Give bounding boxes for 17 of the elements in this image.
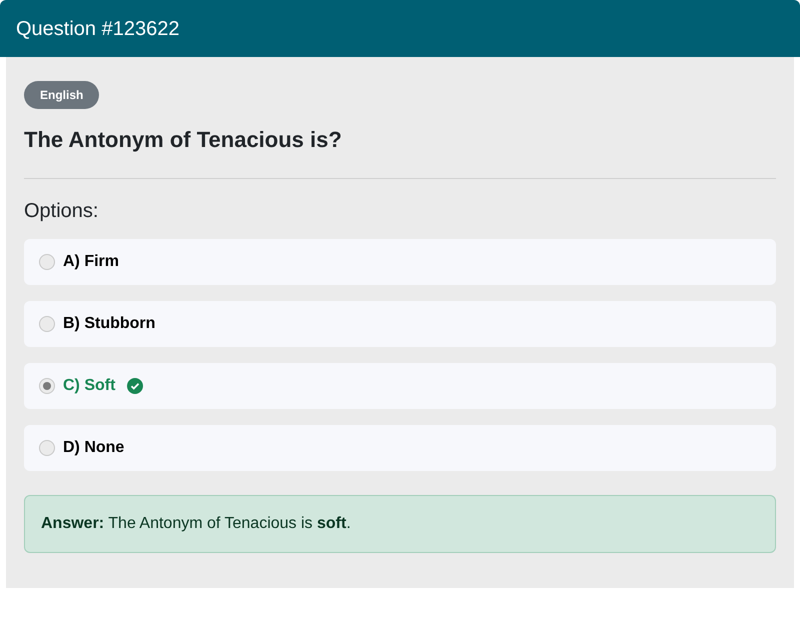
- option-row[interactable]: B) Stubborn: [24, 301, 776, 347]
- option-row[interactable]: C) Soft: [24, 363, 776, 409]
- radio-button[interactable]: [39, 440, 55, 456]
- question-text: The Antonym of Tenacious is?: [24, 126, 343, 154]
- radio-button[interactable]: [39, 378, 55, 394]
- radio-button[interactable]: [39, 316, 55, 332]
- option-label: C) Soft: [63, 376, 116, 396]
- page-title: Question #123622: [16, 16, 180, 42]
- option-label: B) Stubborn: [63, 314, 156, 334]
- option-label: A) Firm: [63, 252, 119, 272]
- options-heading: Options:: [24, 199, 100, 224]
- option-row[interactable]: D) None: [24, 425, 776, 471]
- option-label: D) None: [63, 438, 124, 458]
- radio-button[interactable]: [39, 254, 55, 270]
- option-row[interactable]: A) Firm: [24, 239, 776, 285]
- answer-text: Answer: The Antonym of Tenacious is soft.: [41, 514, 351, 534]
- language-tag: English: [24, 81, 100, 109]
